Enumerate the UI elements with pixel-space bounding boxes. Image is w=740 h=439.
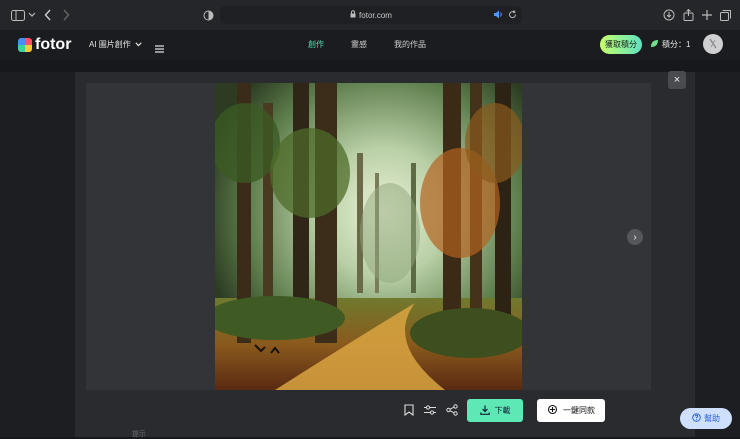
adjust-sliders-icon[interactable]	[424, 403, 436, 415]
hamburger-menu-icon[interactable]	[155, 40, 164, 58]
background-right	[695, 72, 740, 437]
share-icon[interactable]	[446, 403, 458, 416]
downloads-icon[interactable]	[661, 7, 677, 23]
address-bar[interactable]: fotor.com	[220, 6, 522, 24]
bookmark-icon[interactable]	[404, 403, 416, 417]
browser-toolbar: fotor.com	[0, 0, 740, 30]
forward-icon[interactable]	[58, 7, 74, 23]
ai-image-menu-label: AI 圖片創作	[89, 40, 131, 49]
points-display: 積分：1	[650, 39, 690, 50]
audio-icon[interactable]	[494, 10, 504, 21]
avatar-icon	[709, 38, 717, 49]
bottom-hint: 提示	[132, 431, 146, 438]
sparkle-icon	[547, 404, 558, 417]
share-icon[interactable]	[680, 7, 696, 23]
question-icon	[692, 413, 701, 424]
lock-icon	[350, 10, 356, 20]
earn-points-button[interactable]: 獲取積分	[600, 35, 642, 54]
new-tab-icon[interactable]	[699, 7, 715, 23]
forest-painting	[215, 83, 522, 390]
nav-inspiration[interactable]: 靈感	[351, 39, 367, 50]
download-icon	[479, 405, 490, 417]
background-left	[0, 72, 75, 437]
help-label: 幫助	[704, 414, 720, 423]
logo-text: fotor	[35, 36, 72, 53]
reload-icon[interactable]	[508, 10, 517, 21]
privacy-shield-icon[interactable]	[200, 7, 216, 23]
points-label: 積分：1	[662, 40, 691, 49]
ai-image-menu[interactable]: AI 圖片創作	[89, 39, 142, 50]
chevron-right-icon: ›	[633, 231, 637, 243]
nav-create[interactable]: 創作	[308, 39, 324, 50]
url-text: fotor.com	[359, 10, 392, 20]
chevron-down-icon	[135, 40, 142, 49]
chevron-down-icon[interactable]	[24, 7, 40, 23]
generated-image	[215, 83, 522, 390]
close-icon: ×	[673, 74, 681, 86]
one-click-same-style-button[interactable]: 一鍵同款	[537, 399, 605, 422]
leaf-icon	[650, 39, 659, 50]
nav-my-works[interactable]: 我的作品	[394, 39, 426, 50]
same-style-label: 一鍵同款	[563, 406, 595, 415]
download-button[interactable]: 下載	[467, 399, 523, 422]
avatar[interactable]	[703, 34, 723, 54]
download-label: 下載	[494, 406, 511, 415]
close-button[interactable]: ×	[668, 71, 686, 89]
next-image-button[interactable]: ›	[627, 229, 643, 245]
logo-icon	[18, 38, 32, 52]
help-button[interactable]: 幫助	[680, 408, 732, 429]
tab-overview-icon[interactable]	[717, 7, 733, 23]
fotor-logo[interactable]: fotor	[18, 36, 71, 54]
back-icon[interactable]	[40, 7, 56, 23]
